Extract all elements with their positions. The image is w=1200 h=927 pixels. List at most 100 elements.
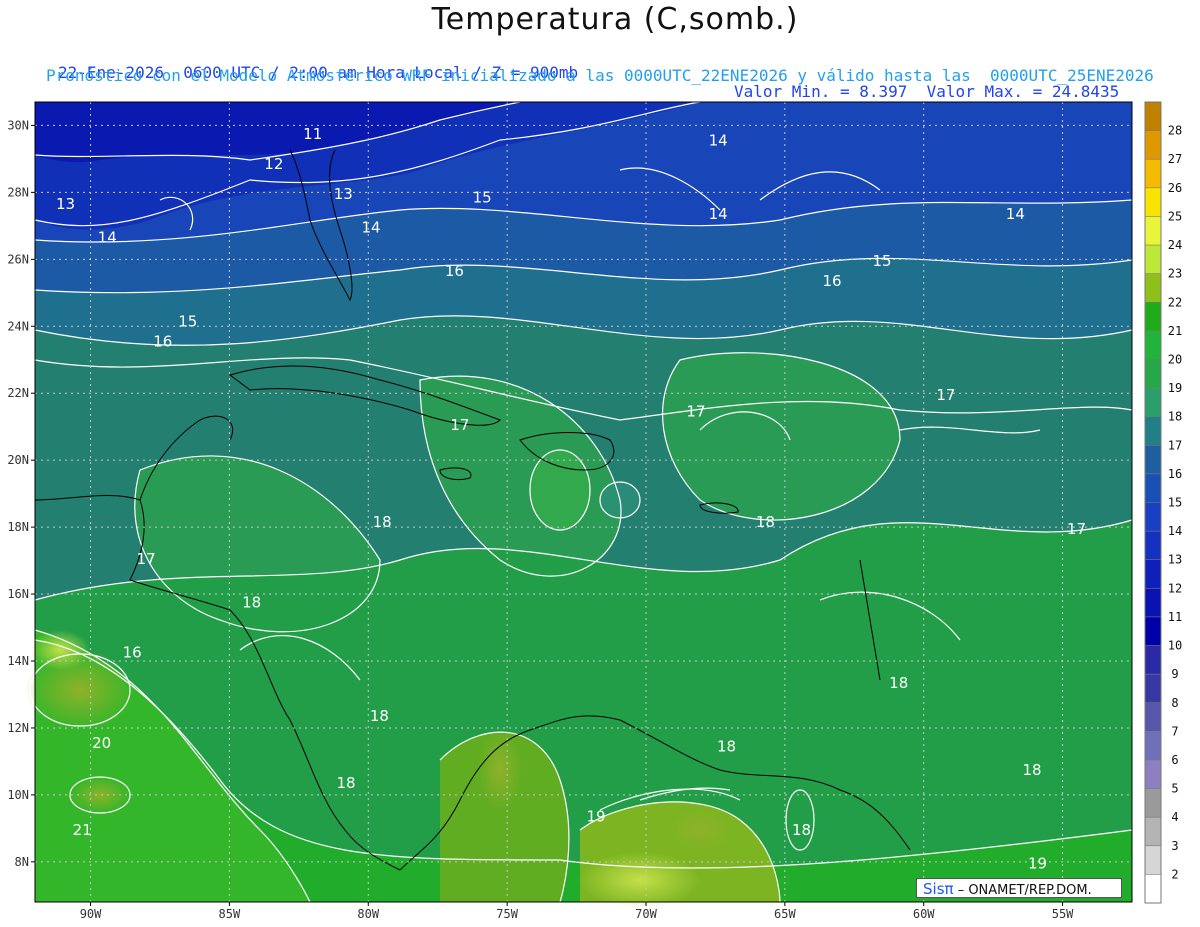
colorbar-label: 18 bbox=[1168, 410, 1182, 424]
lon-tick-label: 85W bbox=[219, 907, 241, 921]
lat-tick-label: 20N bbox=[7, 453, 29, 467]
colorbar-swatch bbox=[1145, 702, 1161, 732]
colorbar-swatch bbox=[1145, 330, 1161, 360]
temperature-map: 11 12 13 13 14 14 15 14 14 14 16 15 16 15 16 17 17 17 18 18… bbox=[7, 101, 1182, 921]
lat-tick-label: 26N bbox=[7, 252, 29, 266]
contour-label: 13 bbox=[334, 185, 353, 203]
lon-tick-label: 90W bbox=[80, 907, 102, 921]
contour-label: 14 bbox=[98, 229, 117, 247]
colorbar-label: 22 bbox=[1168, 295, 1182, 309]
lon-tick-label: 60W bbox=[913, 907, 935, 921]
credit-text: – ONAMET/REP.DOM. bbox=[957, 883, 1092, 898]
contour-label: 13 bbox=[56, 195, 75, 213]
colorbar-label: 17 bbox=[1168, 438, 1182, 452]
colorbar-swatch bbox=[1145, 445, 1161, 474]
colorbar-label: 11 bbox=[1168, 610, 1182, 624]
lat-tick-label: 28N bbox=[7, 185, 29, 199]
lat-tick-label: 16N bbox=[7, 587, 29, 601]
contour-label: 16 bbox=[823, 272, 842, 290]
colorbar-label: 13 bbox=[1168, 553, 1182, 567]
colorbar-label: 12 bbox=[1168, 581, 1182, 595]
contour-label: 20 bbox=[92, 734, 111, 752]
colorbar-label: 27 bbox=[1168, 152, 1182, 166]
lat-tick-label: 24N bbox=[7, 319, 29, 333]
colorbar-label: 8 bbox=[1171, 696, 1178, 710]
contour-label: 15 bbox=[473, 188, 492, 206]
lat-tick-label: 22N bbox=[7, 386, 29, 400]
colorbar-label: 19 bbox=[1168, 381, 1182, 395]
contour-label: 21 bbox=[73, 821, 92, 839]
contour-label: 14 bbox=[1006, 205, 1025, 223]
colorbar: 2827262524232221201918171615141312111098… bbox=[1144, 101, 1182, 904]
contour-label: 18 bbox=[756, 513, 775, 531]
lon-tick-label: 75W bbox=[496, 907, 518, 921]
contour-label: 14 bbox=[709, 132, 728, 150]
colorbar-swatch bbox=[1145, 130, 1161, 160]
lon-tick-label: 65W bbox=[774, 907, 796, 921]
lat-tick-label: 10N bbox=[7, 788, 29, 802]
colorbar-swatch bbox=[1145, 788, 1161, 818]
contour-label: 17 bbox=[686, 403, 705, 421]
colorbar-label: 24 bbox=[1168, 238, 1182, 252]
contour-label: 16 bbox=[153, 332, 172, 350]
colorbar-label: 2 bbox=[1171, 867, 1178, 881]
colorbar-swatch bbox=[1145, 531, 1161, 560]
lat-tick-label: 8N bbox=[15, 855, 29, 869]
contour-label: 18 bbox=[242, 593, 261, 611]
colorbar-label: 28 bbox=[1168, 124, 1182, 138]
lon-tick-label: 70W bbox=[635, 907, 657, 921]
contour-label: 18 bbox=[337, 774, 356, 792]
colorbar-swatch bbox=[1145, 559, 1161, 589]
colorbar-label: 16 bbox=[1168, 467, 1182, 481]
contour-label: 16 bbox=[123, 644, 142, 662]
lat-tick-label: 12N bbox=[7, 721, 29, 735]
contour-label: 18 bbox=[889, 674, 908, 692]
colorbar-swatch bbox=[1145, 845, 1161, 875]
colorbar-swatch bbox=[1145, 302, 1161, 331]
colorbar-label: 10 bbox=[1168, 639, 1182, 653]
colorbar-swatch bbox=[1145, 502, 1161, 532]
contour-label: 15 bbox=[178, 312, 197, 330]
contour-label: 19 bbox=[586, 808, 605, 826]
colorbar-label: 3 bbox=[1171, 839, 1178, 853]
credit-box: Sisπ – ONAMET/REP.DOM. bbox=[916, 878, 1122, 898]
colorbar-label: 23 bbox=[1168, 267, 1182, 281]
lon-tick-label: 80W bbox=[357, 907, 379, 921]
colorbar-label: 14 bbox=[1168, 524, 1182, 538]
colorbar-swatch bbox=[1145, 874, 1161, 903]
contour-label: 17 bbox=[137, 550, 156, 568]
contour-label: 16 bbox=[445, 262, 464, 280]
colorbar-swatch bbox=[1145, 245, 1161, 274]
colorbar-swatch bbox=[1145, 674, 1161, 703]
colorbar-label: 20 bbox=[1168, 352, 1182, 366]
colorbar-swatch bbox=[1145, 359, 1161, 389]
sispi-logo: Sisπ bbox=[923, 880, 954, 898]
colorbar-swatch bbox=[1145, 388, 1161, 417]
contour-label: 14 bbox=[361, 219, 380, 237]
colorbar-swatch bbox=[1145, 473, 1161, 503]
colorbar-swatch bbox=[1145, 588, 1161, 617]
contour-label: 12 bbox=[264, 155, 283, 173]
contour-label: 18 bbox=[792, 821, 811, 839]
colorbar-swatch bbox=[1145, 273, 1161, 303]
lat-tick-label: 30N bbox=[7, 118, 29, 132]
contour-label: 17 bbox=[450, 416, 469, 434]
colorbar-swatch bbox=[1145, 159, 1161, 188]
colorbar-label: 9 bbox=[1171, 667, 1178, 681]
colorbar-swatch bbox=[1145, 102, 1161, 131]
colorbar-swatch bbox=[1145, 187, 1161, 217]
colorbar-label: 15 bbox=[1168, 496, 1182, 510]
colorbar-swatch bbox=[1145, 731, 1161, 760]
contour-label: 18 bbox=[370, 707, 389, 725]
colorbar-swatch bbox=[1145, 416, 1161, 446]
colorbar-label: 4 bbox=[1171, 810, 1178, 824]
colorbar-swatch bbox=[1145, 759, 1161, 789]
lat-tick-label: 18N bbox=[7, 520, 29, 534]
colorbar-swatch bbox=[1145, 616, 1161, 646]
temperature-field bbox=[25, 102, 1132, 908]
colorbar-swatch bbox=[1145, 817, 1161, 846]
lon-tick-label: 55W bbox=[1052, 907, 1074, 921]
contour-label: 17 bbox=[1067, 520, 1086, 538]
colorbar-label: 21 bbox=[1168, 324, 1182, 338]
colorbar-label: 7 bbox=[1171, 724, 1178, 738]
